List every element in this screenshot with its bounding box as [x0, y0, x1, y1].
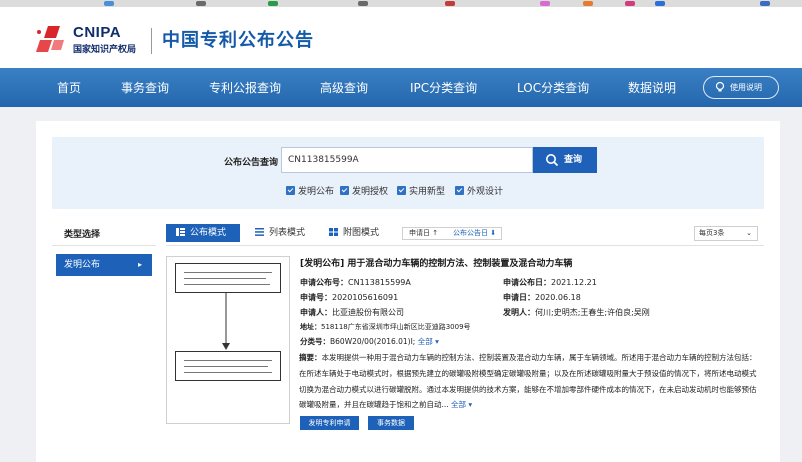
list-mode-icon — [255, 228, 264, 236]
pub-date-field: 申请公布日：2021.12.21 — [503, 277, 597, 288]
checkbox-label: 发明授权 — [352, 187, 389, 197]
lightbulb-icon — [715, 81, 725, 92]
tab-label: 附图模式 — [343, 228, 380, 238]
per-page-value: 每页3条 — [699, 229, 725, 237]
app-no-value: 2020105616091 — [332, 293, 399, 302]
applicant-value: 比亚迪股份有限公司 — [332, 308, 404, 317]
help-button[interactable]: 使用说明 — [703, 76, 779, 99]
app-date-value: 2020.06.18 — [535, 293, 581, 302]
search-label: 公布公告查询 — [224, 158, 279, 168]
main-nav: 首页 事务查询 专利公报查询 高级查询 IPC分类查询 LOC分类查询 数据说明 — [0, 68, 802, 107]
sort-by-app-date[interactable]: 申请日 ↑ — [409, 228, 438, 239]
sidebar-header: 类型选择 — [52, 224, 156, 246]
drawing-thumbnail[interactable] — [166, 256, 290, 424]
sidebar-item-invention-pub[interactable]: 发明公布 ▸ — [56, 254, 152, 276]
bulletin-mode-icon — [176, 228, 185, 236]
logo-text-cn: 国家知识产权局 — [73, 45, 137, 55]
checkbox-checked-icon — [397, 186, 406, 195]
tab-bulletin-mode[interactable]: 公布模式 — [166, 224, 240, 242]
flow-box-1 — [175, 263, 281, 293]
field-label: 申请公布号： — [300, 278, 348, 287]
cnipa-logo-icon[interactable] — [34, 24, 72, 54]
abstract-expand-link[interactable]: 全部 ▾ — [451, 400, 472, 409]
tab-image-mode[interactable]: 附图模式 — [317, 224, 387, 242]
pub-date-value: 2021.12.21 — [551, 278, 597, 287]
nav-loc[interactable]: LOC分类查询 — [517, 79, 589, 96]
sidebar-item-label: 发明公布 — [64, 260, 101, 270]
checkbox-design[interactable]: 外观设计 — [455, 184, 503, 197]
checkbox-utility-model[interactable]: 实用新型 — [397, 184, 445, 197]
field-label: 分类号： — [300, 337, 330, 346]
tab-label: 公布模式 — [190, 228, 227, 238]
patent-register-button[interactable]: 发明专利申请 — [300, 416, 359, 430]
field-label: 申请公布日： — [503, 278, 551, 287]
tab-list-mode[interactable]: 列表模式 — [243, 224, 313, 242]
field-label: 申请人： — [300, 308, 332, 317]
checkbox-checked-icon — [455, 186, 464, 195]
nav-gazette[interactable]: 专利公报查询 — [209, 79, 281, 96]
nav-affairs[interactable]: 事务查询 — [121, 79, 169, 96]
abstract: 摘要：本发明提供一种用于混合动力车辆的控制方法、控制装置及混合动力车辆，属于车辆… — [299, 350, 761, 413]
nav-advanced[interactable]: 高级查询 — [320, 79, 368, 96]
flow-arrow-icon — [222, 293, 230, 350]
help-label: 使用说明 — [730, 83, 762, 92]
browser-bookmark-strip — [0, 0, 802, 7]
app-date-field: 申请日：2020.06.18 — [503, 292, 581, 303]
pub-no-field: 申请公布号：CN113815599A — [300, 277, 411, 288]
grid-mode-icon — [329, 228, 338, 236]
nav-ipc[interactable]: IPC分类查询 — [410, 79, 477, 96]
checkbox-checked-icon — [340, 186, 349, 195]
inventor-field: 发明人：何川;史明杰;王春生;许伯良;吴刚 — [503, 307, 650, 318]
class-expand-link[interactable]: 全部 ▾ — [418, 337, 439, 346]
applicant-field: 申请人：比亚迪股份有限公司 — [300, 307, 404, 318]
result-title[interactable]: [发明公布] 用于混合动力车辆的控制方法、控制装置及混合动力车辆 — [300, 256, 572, 269]
sort-controls: 申请日 ↑ 公布公告日 ⬇ — [402, 227, 502, 240]
search-input[interactable]: CN113815599A — [281, 147, 533, 173]
field-label: 发明人： — [503, 308, 535, 317]
per-page-select[interactable]: 每页3条 ⌄ — [694, 226, 758, 241]
flow-box-2 — [175, 351, 281, 381]
logo-divider — [151, 28, 152, 54]
tab-label: 列表模式 — [269, 228, 306, 238]
search-button-label: 查询 — [564, 155, 583, 165]
nav-data[interactable]: 数据说明 — [628, 79, 676, 96]
inventor-value: 何川;史明杰;王春生;许伯良;吴刚 — [535, 308, 650, 317]
field-label: 摘要： — [299, 353, 322, 362]
class-field: 分类号：B60W20/00(2016.01)I; 全部 ▾ — [300, 336, 439, 347]
sort-by-pub-date[interactable]: 公布公告日 ⬇ — [453, 228, 496, 239]
field-label: 地址： — [300, 323, 321, 331]
search-icon — [546, 154, 559, 167]
field-label: 申请日： — [503, 293, 535, 302]
app-no-field: 申请号：2020105616091 — [300, 292, 398, 303]
site-title: 中国专利公布公告 — [162, 30, 314, 51]
checkbox-invention-pub[interactable]: 发明公布 — [286, 184, 334, 197]
abstract-text: 本发明提供一种用于混合动力车辆的控制方法、控制装置及混合动力车辆，属于车辆领域。… — [299, 353, 757, 410]
checkbox-label: 外观设计 — [467, 187, 504, 197]
chevron-down-icon: ⌄ — [746, 229, 752, 237]
nav-home[interactable]: 首页 — [57, 79, 81, 96]
checkbox-label: 实用新型 — [409, 187, 446, 197]
affairs-data-button[interactable]: 事务数据 — [368, 416, 414, 430]
checkbox-label: 发明公布 — [298, 187, 335, 197]
address-field: 地址：518118广东省深圳市坪山新区比亚迪路3009号 — [300, 322, 471, 332]
field-label: 申请号： — [300, 293, 332, 302]
class-value: B60W20/00(2016.01)I; — [330, 337, 416, 346]
chevron-right-icon: ▸ — [137, 260, 142, 269]
pub-no-value: CN113815599A — [348, 278, 411, 287]
address-value: 518118广东省深圳市坪山新区比亚迪路3009号 — [321, 323, 471, 331]
checkbox-invention-grant[interactable]: 发明授权 — [340, 184, 388, 197]
checkbox-checked-icon — [286, 186, 295, 195]
logo-text-en: CNIPA — [73, 24, 122, 41]
search-button[interactable]: 查询 — [533, 147, 597, 173]
